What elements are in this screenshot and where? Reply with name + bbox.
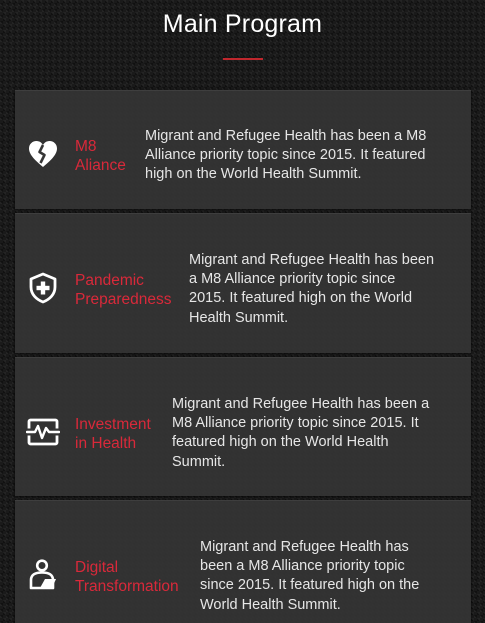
card-text-line: Migrant and Refugee Health has been	[189, 252, 435, 268]
title-divider	[223, 58, 263, 60]
card-text-line: Summit.	[172, 453, 226, 470]
card-title-line2: Preparedness	[75, 291, 172, 308]
card-text-line: been a M8 Alliance priority topic	[200, 558, 405, 575]
card-title-line1: M8	[75, 138, 97, 155]
program-card-pandemic-preparedness[interactable]: Pandemic Preparedness Migrant and Refuge…	[15, 213, 471, 353]
card-text-line: Health Summit.	[189, 309, 289, 326]
card-text-line: 2015. It featured high on the World	[189, 290, 413, 307]
card-text-line: a M8 Alliance priority topic since	[189, 271, 396, 288]
program-card-investment-in-health[interactable]: Investment in Health Migrant and Refugee…	[15, 357, 471, 496]
card-title-line1: Investment	[75, 416, 151, 433]
card-text-line: Migrant and Refugee Health has been a	[172, 396, 430, 412]
card-text-line: high on the World Health Summit.	[145, 166, 362, 183]
user-laptop-icon	[26, 558, 60, 592]
card-text-line: World Health Summit.	[200, 596, 341, 613]
program-card-m8-alliance[interactable]: M8 Aliance Migrant and Refugee Health ha…	[15, 90, 471, 209]
card-text-line: Migrant and Refugee Health has been a M8	[145, 128, 427, 144]
card-text-line: featured high on the World Health	[172, 434, 389, 451]
broken-heart-icon	[26, 137, 60, 171]
card-title-line1: Pandemic	[75, 272, 144, 289]
card-text-line: Alliance priority topic since 2015. It f…	[145, 147, 426, 164]
card-title-line1: Digital	[75, 559, 119, 576]
card-text-line: Migrant and Refugee Health has	[200, 539, 409, 555]
card-title-line2: Transformation	[75, 578, 179, 595]
shield-plus-icon	[26, 271, 60, 305]
card-text-line: since 2015. It featured high on the	[200, 577, 420, 594]
pulse-monitor-icon	[26, 415, 60, 449]
card-text-line: M8 Alliance priority topic since 2015. I…	[172, 415, 419, 432]
card-title-line2: Aliance	[75, 157, 126, 174]
page-title: Main Program	[162, 10, 323, 38]
card-title-line2: in Health	[75, 435, 137, 452]
program-card-digital-transformation[interactable]: Digital Transformation Migrant and Refug…	[15, 500, 471, 623]
